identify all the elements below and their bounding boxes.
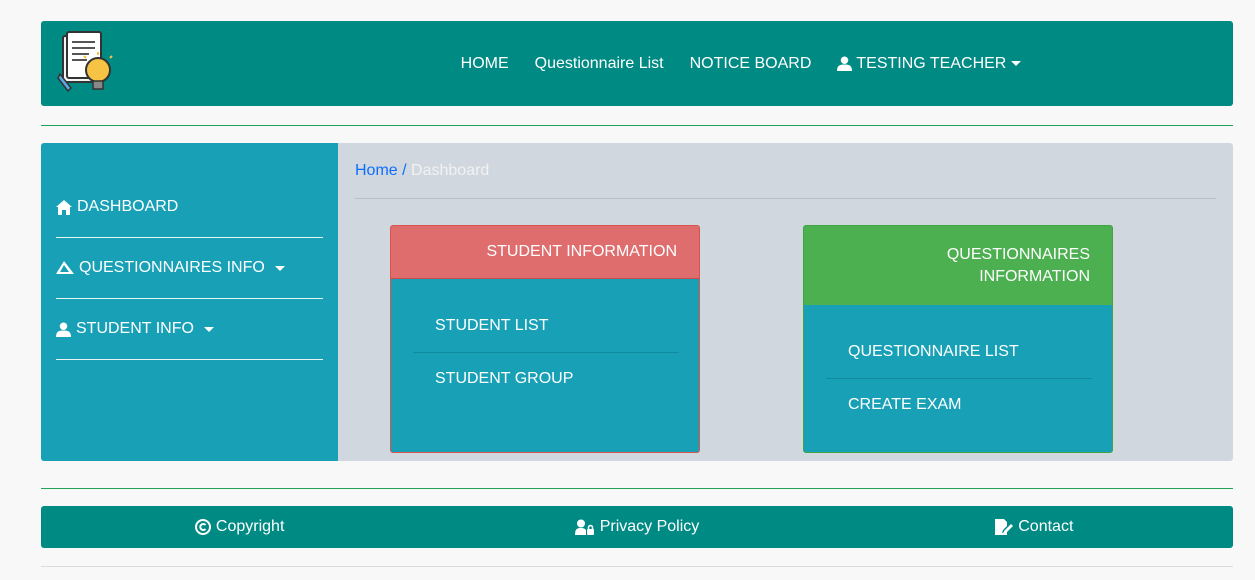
student-list-link[interactable]: STUDENT LIST (435, 317, 549, 335)
footer-copyright[interactable]: Copyright (41, 518, 438, 536)
footer-privacy-policy[interactable]: Privacy Policy (438, 518, 835, 536)
chevron-down-icon (274, 265, 285, 271)
sidebar-item-label: STUDENT INFO (76, 320, 194, 337)
user-icon (837, 56, 853, 71)
card-divider (413, 352, 679, 353)
sidebar-divider (56, 298, 323, 299)
footer: Copyright Privacy Policy Contact (41, 506, 1233, 548)
bottom-divider (41, 566, 1233, 567)
sidebar-item-questionnaires-info[interactable]: QUESTIONNAIRES INFO (56, 259, 323, 277)
breadcrumb: Home / Dashboard (355, 162, 489, 180)
copyright-icon (194, 519, 211, 535)
breadcrumb-home[interactable]: Home (355, 162, 398, 179)
content-area: Home / Dashboard STUDENT INFORMATION STU… (338, 143, 1233, 461)
breadcrumb-separator: / (402, 162, 407, 179)
file-signature-icon (995, 519, 1014, 535)
footer-privacy-label: Privacy Policy (599, 518, 700, 535)
student-group-link[interactable]: STUDENT GROUP (435, 370, 573, 388)
divider (41, 125, 1233, 126)
sidebar-item-student-info[interactable]: STUDENT INFO (56, 320, 323, 338)
user-lock-icon (574, 519, 594, 535)
sidebar-item-dashboard[interactable]: DASHBOARD (56, 198, 323, 216)
card-title-line2: INFORMATION (979, 267, 1090, 285)
top-navbar: HOME Questionnaire List NOTICE BOARD TES… (41, 21, 1233, 106)
nav-questionnaire-list[interactable]: Questionnaire List (522, 55, 677, 73)
divider (41, 488, 1233, 489)
sidebar-item-label: QUESTIONNAIRES INFO (79, 259, 265, 276)
card-title: STUDENT INFORMATION (391, 226, 699, 279)
breadcrumb-divider (355, 198, 1216, 199)
card-divider (826, 378, 1092, 379)
main-panel: DASHBOARD QUESTIONNAIRES INFO STUDENT IN… (41, 143, 1233, 461)
footer-contact[interactable]: Contact (836, 518, 1233, 536)
card-title: QUESTIONNAIRES INFORMATION (804, 226, 1112, 305)
breadcrumb-current: Dashboard (411, 162, 490, 179)
nav-user-dropdown[interactable]: TESTING TEACHER (824, 55, 1034, 73)
sidebar-divider (56, 237, 323, 238)
questionnaire-list-link[interactable]: QUESTIONNAIRE LIST (848, 343, 1019, 361)
questionnaires-information-card: QUESTIONNAIRES INFORMATION QUESTIONNAIRE… (803, 225, 1113, 453)
chevron-down-icon (1011, 61, 1022, 66)
home-icon (56, 199, 72, 215)
user-name: TESTING TEACHER (856, 54, 1007, 72)
chevron-down-icon (203, 326, 214, 332)
sidebar-item-label: DASHBOARD (77, 198, 179, 215)
user-icon (56, 321, 71, 337)
sidebar: DASHBOARD QUESTIONNAIRES INFO STUDENT IN… (41, 143, 338, 461)
create-exam-link[interactable]: CREATE EXAM (848, 396, 962, 414)
nav-home[interactable]: HOME (448, 55, 522, 73)
student-information-card: STUDENT INFORMATION STUDENT LIST STUDENT… (390, 225, 700, 453)
paper-plane-icon (56, 261, 74, 274)
main-nav: HOME Questionnaire List NOTICE BOARD TES… (41, 21, 1233, 106)
footer-contact-label: Contact (1018, 518, 1074, 535)
nav-notice-board[interactable]: NOTICE BOARD (677, 55, 825, 73)
card-title-line1: QUESTIONNAIRES (946, 245, 1090, 263)
footer-copyright-label: Copyright (215, 518, 285, 535)
sidebar-divider (56, 359, 323, 360)
